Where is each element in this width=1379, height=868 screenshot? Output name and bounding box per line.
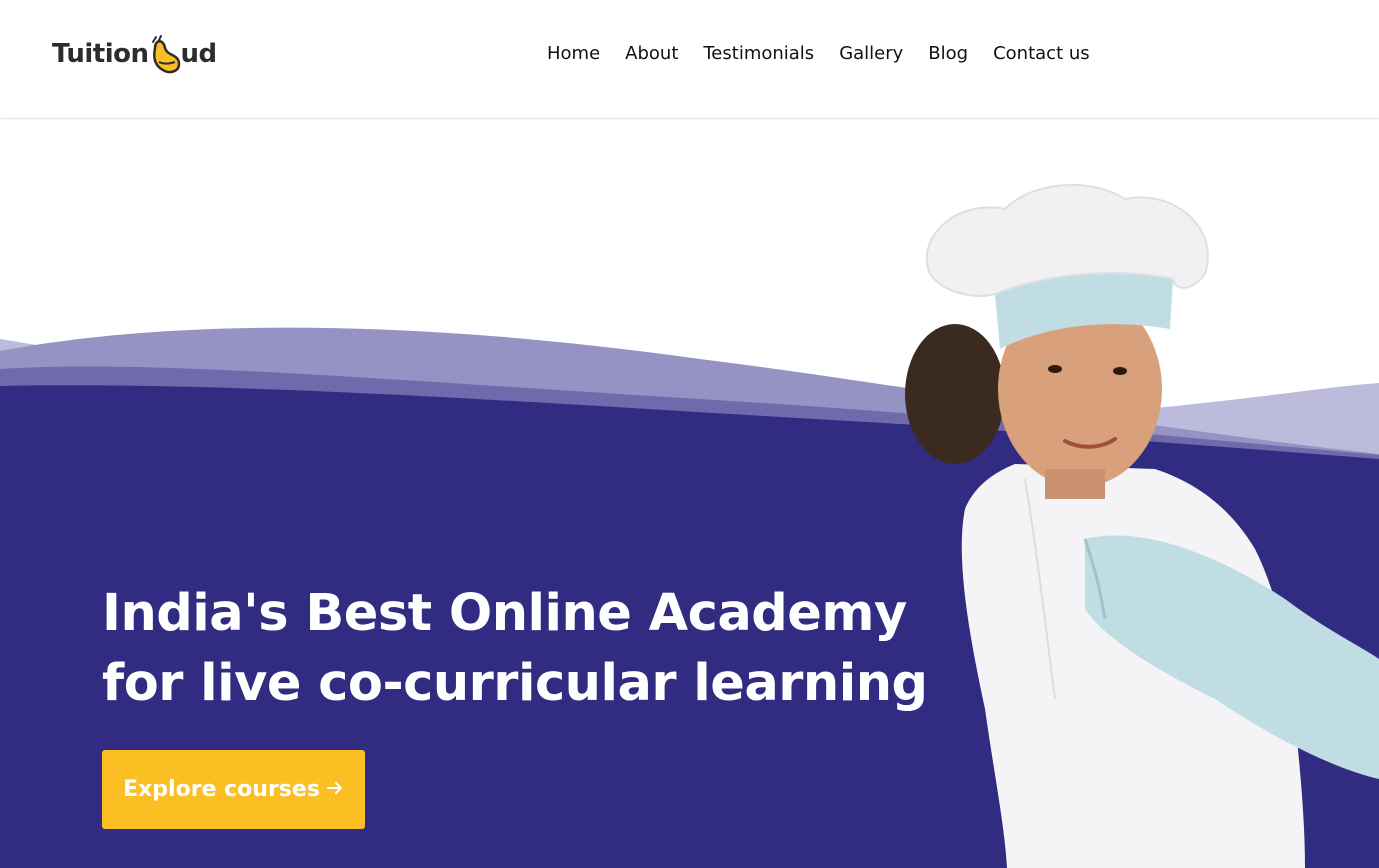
hero-headline: India's Best Online Academy for live co-… bbox=[102, 579, 928, 719]
hero-headline-line1: India's Best Online Academy bbox=[102, 584, 907, 643]
explore-courses-button[interactable]: Explore courses bbox=[102, 750, 365, 829]
nav-contact-us[interactable]: Contact us bbox=[993, 40, 1090, 68]
nav-about[interactable]: About bbox=[625, 40, 678, 68]
hero-headline-line2: for live co-curricular learning bbox=[102, 654, 928, 713]
brand-name-part2: ud bbox=[180, 39, 218, 69]
nav-testimonials[interactable]: Testimonials bbox=[703, 40, 814, 68]
nav-blog[interactable]: Blog bbox=[928, 40, 968, 68]
arrow-right-icon bbox=[326, 778, 344, 802]
child-chef-photo bbox=[895, 179, 1379, 868]
nav-gallery[interactable]: Gallery bbox=[839, 40, 903, 68]
site-header: Tuition ud Home About Testimonials Galle… bbox=[0, 0, 1379, 119]
explore-courses-label: Explore courses bbox=[123, 777, 320, 802]
main-nav: Home About Testimonials Gallery Blog Con… bbox=[547, 40, 1115, 68]
brand-name-part1: Tuition bbox=[52, 39, 149, 69]
hero-section: India's Best Online Academy for live co-… bbox=[0, 119, 1379, 868]
nav-home[interactable]: Home bbox=[547, 40, 600, 68]
brand-logo[interactable]: Tuition ud bbox=[52, 30, 217, 74]
bud-leaf-icon bbox=[149, 34, 181, 74]
